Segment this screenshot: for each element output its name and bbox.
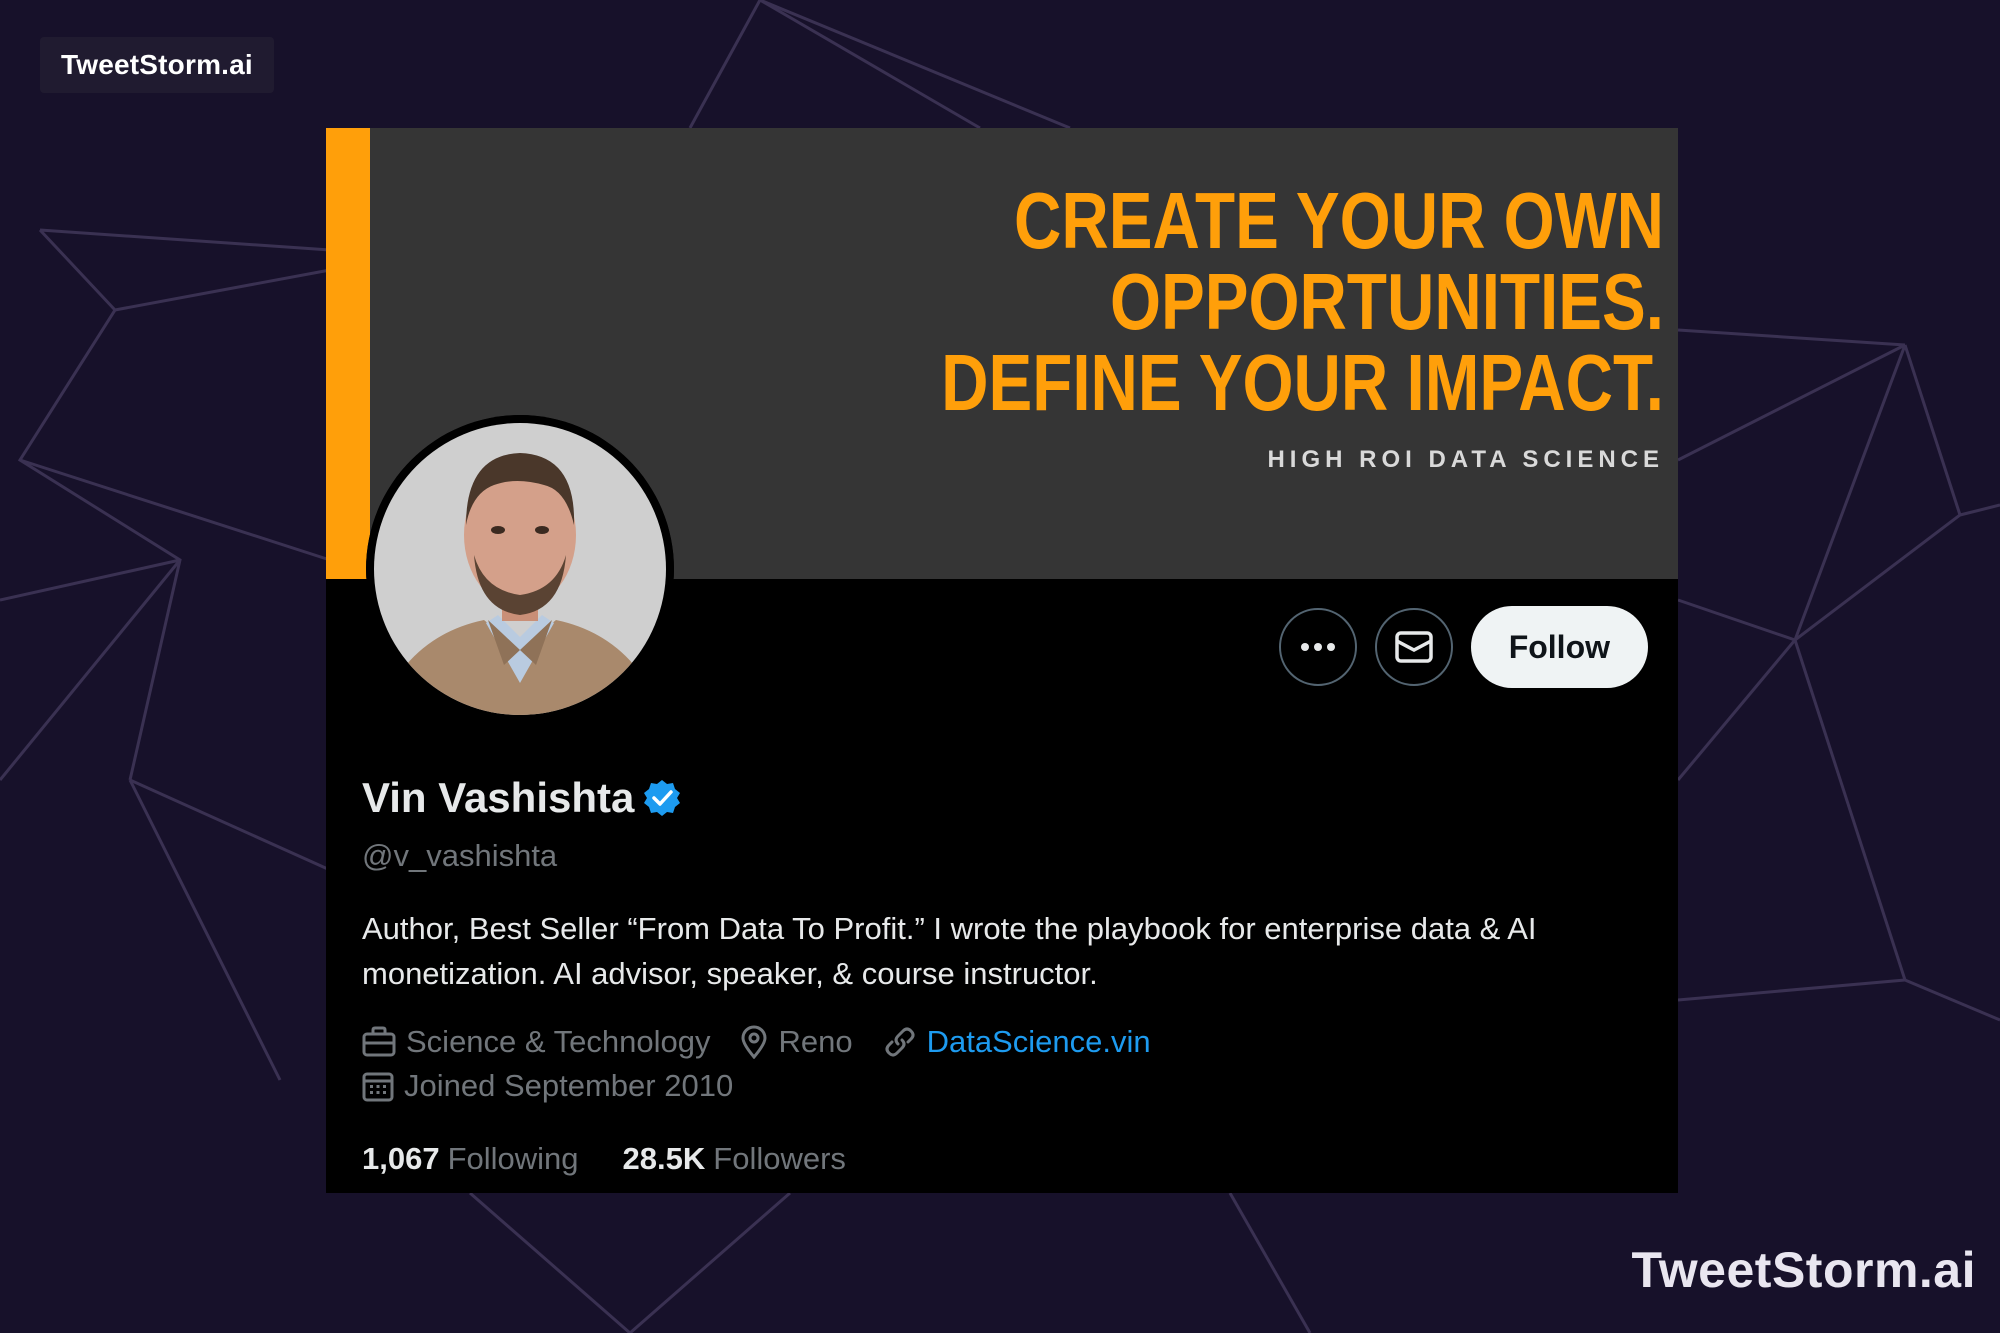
profile-category-label: Science & Technology xyxy=(406,1024,711,1059)
envelope-icon xyxy=(1394,631,1433,663)
profile-actions: Follow xyxy=(1278,606,1648,688)
banner-headline-line: CREATE YOUR OWN xyxy=(1014,176,1664,265)
followers-label: Followers xyxy=(713,1141,846,1176)
profile-joined-row: Joined September 2010 xyxy=(362,1068,763,1104)
avatar[interactable] xyxy=(366,415,674,723)
profile-stats: 1,067 Following 28.5K Followers xyxy=(362,1141,846,1177)
profile-name-row: Vin Vashishta xyxy=(362,774,682,822)
following-label: Following xyxy=(447,1141,579,1176)
follow-button[interactable]: Follow xyxy=(1470,606,1648,688)
followers-link[interactable]: 28.5K Followers xyxy=(623,1141,846,1177)
brand-badge-top: TweetStorm.ai xyxy=(40,37,274,93)
banner-subtitle: HIGH ROI DATA SCIENCE xyxy=(1267,446,1664,473)
profile-handle: @v_vashishta xyxy=(362,838,558,873)
followers-count: 28.5K xyxy=(622,1141,706,1176)
more-button[interactable] xyxy=(1278,608,1357,686)
banner-headline: CREATE YOUR OWN OPPORTUNITIES. DEFINE YO… xyxy=(926,180,1664,423)
calendar-icon xyxy=(362,1072,394,1102)
profile-card: CREATE YOUR OWN OPPORTUNITIES. DEFINE YO… xyxy=(326,128,1678,1193)
banner-headline-line: DEFINE YOUR IMPACT. xyxy=(941,338,1664,427)
link-icon xyxy=(885,1027,915,1057)
profile-location-label: Reno xyxy=(778,1024,853,1059)
brand-watermark-bottom: TweetStorm.ai xyxy=(1631,1242,1976,1298)
following-link[interactable]: 1,067 Following xyxy=(362,1141,579,1177)
profile-location: Reno xyxy=(740,1024,853,1060)
message-button[interactable] xyxy=(1374,608,1453,686)
profile-website-link[interactable]: DataScience.vin xyxy=(927,1024,1151,1060)
profile-joined: Joined September 2010 xyxy=(362,1068,733,1104)
profile-name: Vin Vashishta xyxy=(362,774,635,821)
location-pin-icon xyxy=(741,1025,767,1059)
banner-accent-stripe xyxy=(326,128,370,579)
verified-badge-icon[interactable] xyxy=(642,778,682,818)
profile-bio: Author, Best Seller “From Data To Profit… xyxy=(362,911,1537,991)
following-count: 1,067 xyxy=(362,1141,440,1176)
profile-meta-row: Science & Technology Reno DataScience.vi… xyxy=(362,1024,1181,1060)
briefcase-icon xyxy=(362,1026,396,1057)
profile-website[interactable]: DataScience.vin xyxy=(883,1024,1151,1060)
profile-category: Science & Technology xyxy=(362,1024,710,1060)
profile-joined-label: Joined September 2010 xyxy=(404,1068,734,1103)
banner-headline-line: OPPORTUNITIES. xyxy=(1109,257,1664,346)
more-horizontal-icon xyxy=(1300,643,1335,651)
